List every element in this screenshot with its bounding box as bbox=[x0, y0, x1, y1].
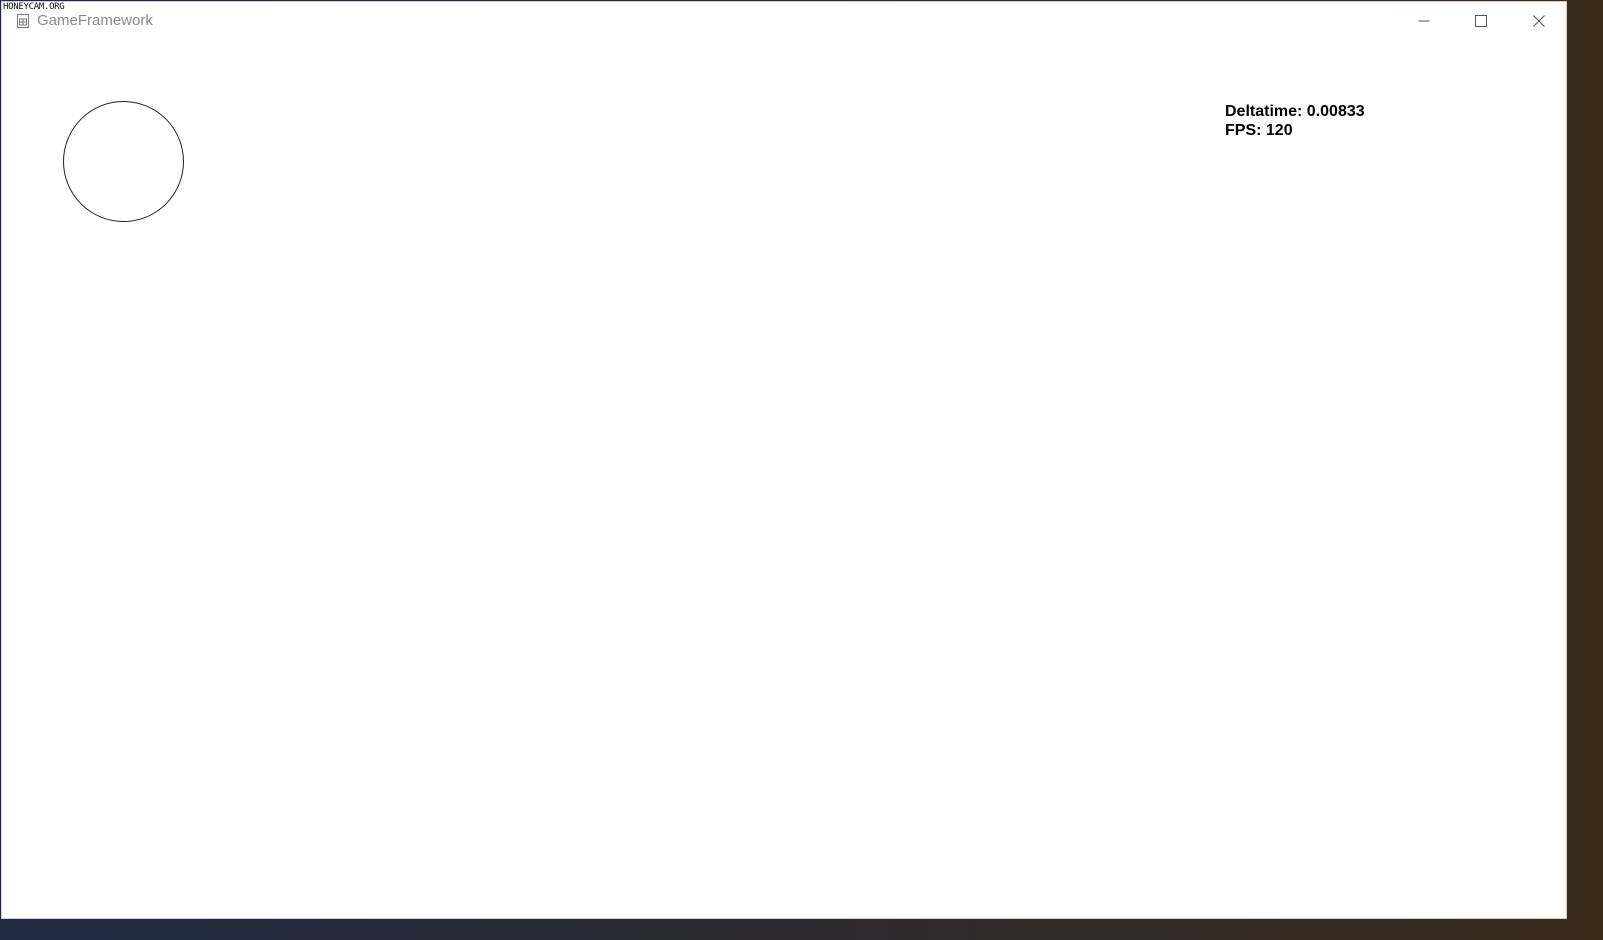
game-canvas[interactable]: Deltatime: 0.00833 FPS: 120 bbox=[2, 40, 1566, 918]
app-icon[interactable] bbox=[16, 14, 30, 28]
deltatime-readout: Deltatime: 0.00833 bbox=[1225, 103, 1365, 120]
title-bar[interactable]: GameFramework bbox=[2, 2, 1566, 40]
game-circle bbox=[63, 101, 184, 222]
game-window: GameFramework Deltatime: 0.00833 FPS: 12 bbox=[1, 1, 1567, 919]
close-button[interactable] bbox=[1510, 2, 1567, 40]
window-title: GameFramework bbox=[37, 12, 153, 29]
minimize-button[interactable] bbox=[1395, 2, 1452, 40]
watermark: HONEYCAM.ORG bbox=[3, 2, 65, 13]
close-icon bbox=[1532, 15, 1545, 27]
maximize-icon bbox=[1474, 15, 1487, 27]
maximize-button[interactable] bbox=[1452, 2, 1509, 40]
debug-stats: Deltatime: 0.00833 FPS: 120 bbox=[1225, 102, 1365, 140]
minimize-icon bbox=[1418, 15, 1430, 27]
fps-readout: FPS: 120 bbox=[1225, 122, 1293, 139]
